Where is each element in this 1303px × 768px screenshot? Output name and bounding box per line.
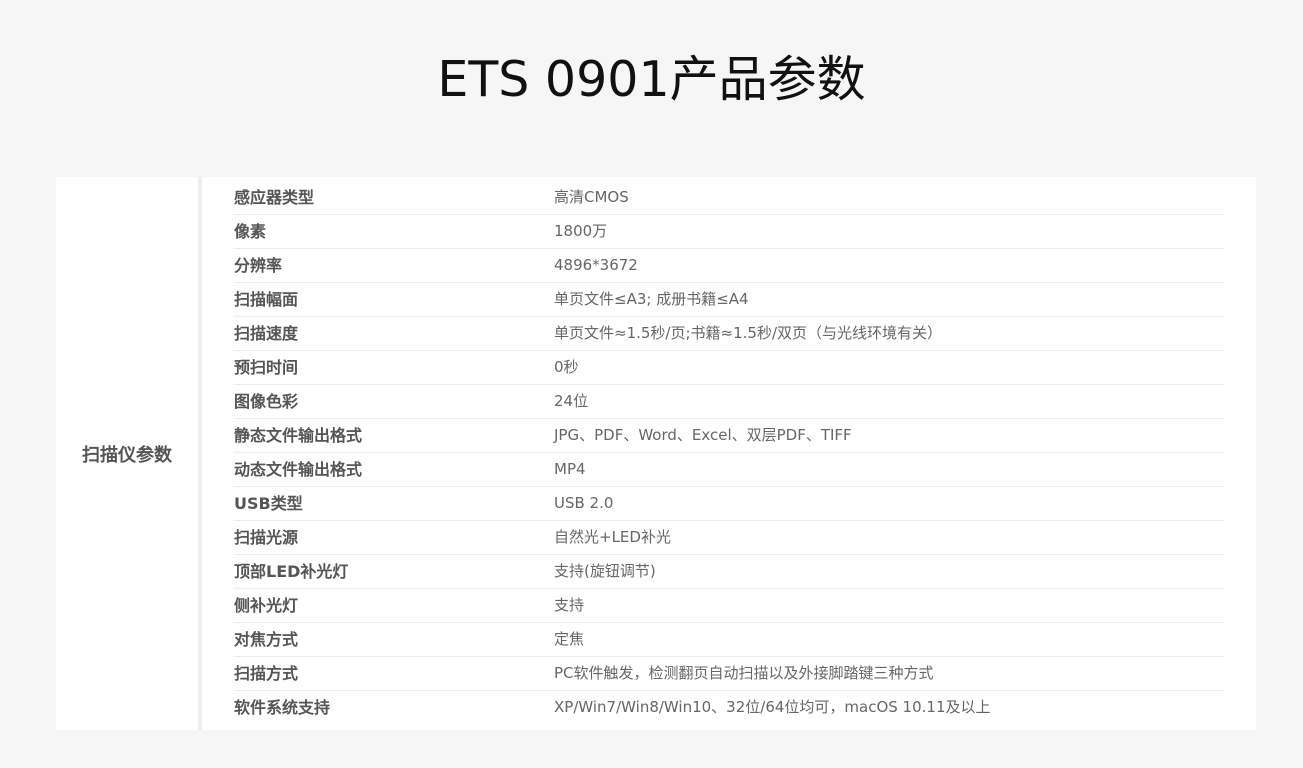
spec-label: 像素 [234, 222, 267, 241]
spec-row-focus-mode: 对焦方式 定焦 [234, 623, 1224, 657]
spec-label: 扫描光源 [234, 528, 299, 547]
page-title: ETS 0901产品参数 [437, 51, 866, 108]
spec-label: 顶部LED补光灯 [234, 562, 349, 581]
spec-value: MP4 [554, 460, 586, 478]
spec-value: 自然光+LED补光 [554, 528, 671, 546]
spec-label: USB类型 [234, 494, 303, 513]
spec-value: 单页文件≤A3; 成册书籍≤A4 [554, 290, 749, 308]
spec-value: XP/Win7/Win8/Win10、32位/64位均可，macOS 10.11… [554, 698, 991, 716]
spec-row-scan-mode: 扫描方式 PC软件触发，检测翻页自动扫描以及外接脚踏键三种方式 [234, 657, 1224, 691]
spec-label: 动态文件输出格式 [234, 460, 363, 479]
spec-row-static-output: 静态文件输出格式 JPG、PDF、Word、Excel、双层PDF、TIFF [234, 419, 1224, 453]
spec-value: 支持 [554, 596, 585, 614]
spec-row-prescan-time: 预扫时间 0秒 [234, 351, 1224, 385]
spec-row-resolution: 分辨率 4896*3672 [234, 249, 1224, 283]
spec-value: JPG、PDF、Word、Excel、双层PDF、TIFF [554, 426, 852, 444]
spec-label: 感应器类型 [234, 188, 315, 207]
spec-label: 扫描速度 [234, 324, 299, 343]
spec-label: 对焦方式 [234, 630, 299, 649]
spec-value: PC软件触发，检测翻页自动扫描以及外接脚踏键三种方式 [554, 664, 934, 682]
spec-value: 4896*3672 [554, 256, 638, 274]
spec-value: 1800万 [554, 222, 608, 240]
spec-value: 支持(旋钮调节) [554, 562, 656, 580]
spec-rows: 感应器类型 高清CMOS 像素 1800万 分辨率 4896*3672 扫描幅面… [234, 181, 1224, 725]
spec-label: 静态文件输出格式 [234, 426, 363, 445]
spec-row-top-led: 顶部LED补光灯 支持(旋钮调节) [234, 555, 1224, 589]
spec-row-color-depth: 图像色彩 24位 [234, 385, 1224, 419]
spec-value: USB 2.0 [554, 494, 614, 512]
spec-value: 0秒 [554, 358, 579, 376]
spec-row-os-support: 软件系统支持 XP/Win7/Win8/Win10、32位/64位均可，macO… [234, 691, 1224, 725]
spec-table: 扫描仪参数 感应器类型 高清CMOS 像素 1800万 分辨率 4896*367… [56, 177, 1256, 730]
page: ETS 0901产品参数 扫描仪参数 感应器类型 高清CMOS 像素 1800万… [0, 0, 1303, 768]
spec-row-sensor-type: 感应器类型 高清CMOS [234, 181, 1224, 215]
spec-value: 高清CMOS [554, 188, 629, 206]
spec-row-side-light: 侧补光灯 支持 [234, 589, 1224, 623]
spec-row-dynamic-output: 动态文件输出格式 MP4 [234, 453, 1224, 487]
spec-row-usb-type: USB类型 USB 2.0 [234, 487, 1224, 521]
spec-rows-panel: 感应器类型 高清CMOS 像素 1800万 分辨率 4896*3672 扫描幅面… [202, 177, 1256, 730]
spec-row-scan-speed: 扫描速度 单页文件≈1.5秒/页;书籍≈1.5秒/双页（与光线环境有关） [234, 317, 1224, 351]
spec-label: 图像色彩 [234, 392, 299, 411]
spec-label: 侧补光灯 [234, 596, 299, 615]
spec-row-pixels: 像素 1800万 [234, 215, 1224, 249]
category-label: 扫描仪参数 [82, 444, 172, 466]
spec-value: 定焦 [554, 630, 585, 648]
category-cell: 扫描仪参数 [56, 177, 198, 730]
spec-label: 扫描幅面 [234, 290, 299, 309]
spec-row-scan-size: 扫描幅面 单页文件≤A3; 成册书籍≤A4 [234, 283, 1224, 317]
spec-label: 软件系统支持 [234, 698, 331, 717]
spec-label: 扫描方式 [234, 664, 299, 683]
spec-value: 单页文件≈1.5秒/页;书籍≈1.5秒/双页（与光线环境有关） [554, 324, 943, 342]
spec-row-light-source: 扫描光源 自然光+LED补光 [234, 521, 1224, 555]
spec-label: 预扫时间 [234, 358, 299, 377]
spec-value: 24位 [554, 392, 589, 410]
spec-label: 分辨率 [234, 256, 283, 275]
